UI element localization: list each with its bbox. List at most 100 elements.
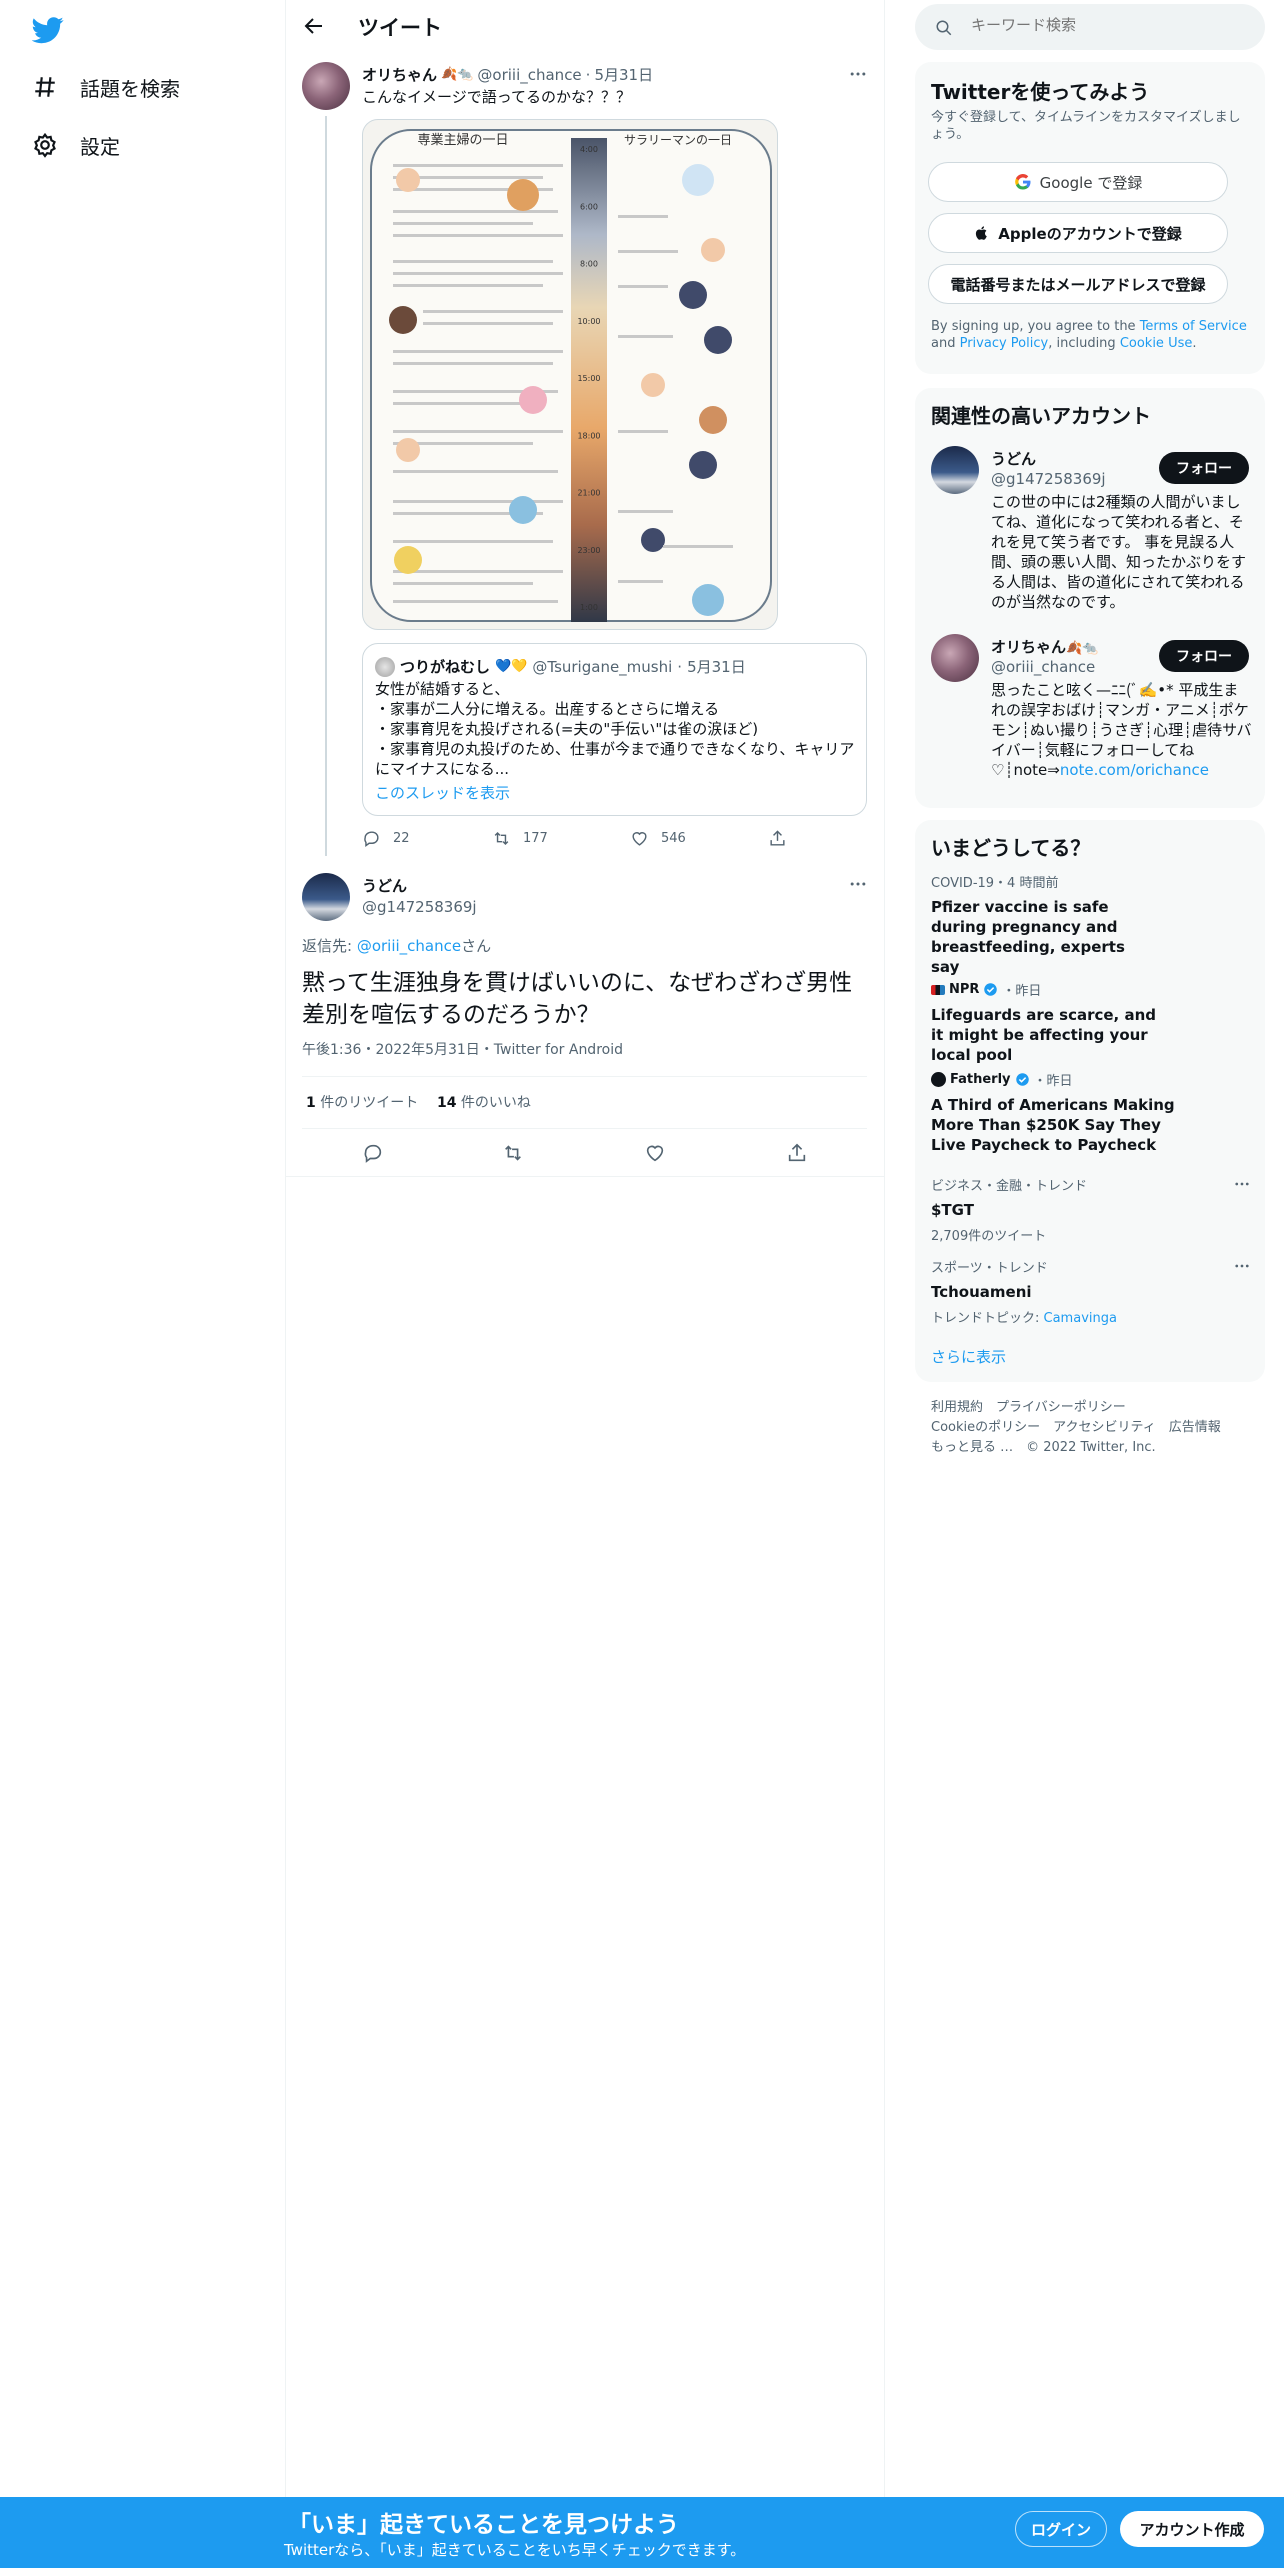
more-options-icon[interactable] bbox=[848, 64, 868, 84]
signup-button[interactable]: アカウント作成 bbox=[1120, 2511, 1264, 2547]
quoted-line: ・家事が二人分に増える。出産するとさらに増える bbox=[375, 700, 720, 718]
account-info[interactable]: うどん @g147258369j bbox=[991, 448, 1106, 488]
tweet-timestamp[interactable]: 午後1:36・2022年5月31日・Twitter for Android bbox=[302, 1040, 623, 1060]
reply-icon bbox=[364, 1144, 382, 1163]
account-bio: 思ったこと呟く—ﾆﾆ(ﾞ✍️•* 平成生まれの誤字おばけ┊マンガ・アニメ┊ポケモ… bbox=[991, 680, 1253, 780]
google-signup-button[interactable]: Google で登録 bbox=[928, 162, 1228, 202]
trend-item[interactable]: ビジネス・金融・トレンド $TGT 2,709件のツイート bbox=[931, 1175, 1251, 1244]
nav-item-explore[interactable]: 話題を検索 bbox=[32, 65, 180, 109]
trend-source: NPR bbox=[949, 982, 980, 997]
avatar[interactable] bbox=[302, 62, 350, 110]
apple-signup-button[interactable]: Appleのアカウントで登録 bbox=[928, 213, 1228, 253]
like-stat-count: 14 bbox=[437, 1095, 457, 1111]
signup-card: Twitterを使ってみよう 今すぐ登録して、タイムラインをカスタマイズしましょ… bbox=[915, 62, 1265, 374]
divider bbox=[302, 1128, 867, 1129]
nav-item-settings[interactable]: 設定 bbox=[32, 123, 120, 167]
trend-topic-link[interactable]: Camavinga bbox=[1044, 1311, 1117, 1326]
show-more-link[interactable]: さらに表示 bbox=[931, 1346, 1006, 1367]
page-title: ツイート bbox=[358, 16, 442, 40]
trend-item[interactable]: NPR ・昨日 Lifeguards are scarce, and it mi… bbox=[931, 980, 1251, 1065]
author-emoji: 🍂🐀 bbox=[441, 67, 474, 82]
trend-item[interactable]: Fatherly ・昨日 A Third of Americans Making… bbox=[931, 1070, 1251, 1155]
reply-button[interactable]: 22 bbox=[362, 829, 410, 848]
privacy-policy-link[interactable]: Privacy Policy bbox=[960, 336, 1049, 351]
bottom-bar-subtitle: Twitterなら、「いま」起きていることをいち早くチェックできます。 bbox=[284, 2541, 746, 2559]
time-label: 18:00 bbox=[577, 431, 600, 440]
author-handle[interactable]: @g147258369j bbox=[362, 898, 477, 916]
tweet-date[interactable]: 5月31日 bbox=[594, 64, 653, 85]
cookie-use-link[interactable]: Cookie Use bbox=[1120, 336, 1193, 351]
main-tweet-text: 黙って生涯独身を貫けばいいのに、なぜわざわざ男性差別を喧伝するのだろうか？ bbox=[302, 970, 853, 1028]
image-left-title: 専業主婦の一日 bbox=[417, 132, 508, 148]
trend-item[interactable]: COVID-19・4 時間前 Pfizer vaccine is safe du… bbox=[931, 872, 1251, 977]
reply-button[interactable] bbox=[362, 1142, 384, 1164]
separator-dot: · bbox=[677, 657, 683, 676]
author-handle[interactable]: @oriii_chance bbox=[477, 66, 581, 84]
apple-signup-label: Appleのアカウントで登録 bbox=[998, 224, 1182, 243]
search-bar[interactable] bbox=[915, 4, 1265, 50]
account-info[interactable]: オリちゃん🍂🐀 @oriii_chance bbox=[991, 636, 1098, 676]
share-button[interactable] bbox=[786, 1142, 808, 1164]
heart-icon bbox=[646, 1145, 664, 1162]
terms-end: . bbox=[1192, 336, 1197, 351]
avatar[interactable] bbox=[931, 446, 979, 494]
relevant-accounts-title: 関連性の高いアカウント bbox=[931, 404, 1151, 428]
phone-email-signup-button[interactable]: 電話番号またはメールアドレスで登録 bbox=[928, 264, 1228, 304]
avatar bbox=[375, 656, 395, 677]
trend-title: Pfizer vaccine is safe during pregnancy … bbox=[931, 898, 1125, 976]
trend-title: A Third of Americans Making More Than $2… bbox=[931, 1096, 1175, 1154]
time-label: 4:00 bbox=[580, 145, 598, 154]
back-arrow-icon[interactable] bbox=[302, 14, 326, 38]
more-options-icon[interactable] bbox=[1233, 1175, 1251, 1193]
share-button[interactable] bbox=[768, 829, 787, 848]
quoted-tweet-date: 5月31日 bbox=[687, 658, 746, 676]
author-name[interactable]: オリちゃん bbox=[362, 64, 437, 85]
reply-icon bbox=[364, 831, 379, 848]
nav-item-explore-label: 話題を検索 bbox=[80, 76, 180, 101]
search-input[interactable] bbox=[971, 16, 1241, 34]
retweet-button[interactable]: 177 bbox=[492, 829, 548, 848]
heart-icon bbox=[632, 832, 647, 846]
account-name: オリちゃん bbox=[991, 638, 1067, 656]
show-thread-link[interactable]: このスレッドを表示 bbox=[375, 782, 510, 803]
share-icon bbox=[788, 1143, 806, 1162]
quoted-line: ・家事育児を丸投げされる(=夫の"手伝い"は雀の涙ほど) bbox=[375, 720, 759, 738]
footer-line[interactable]: もっと見る … © 2022 Twitter, Inc. bbox=[931, 1438, 1251, 1458]
footer-line[interactable]: Cookieのポリシー アクセシビリティ 広告情報 bbox=[931, 1418, 1251, 1438]
like-stat[interactable]: 14 件のいいね bbox=[437, 1093, 531, 1113]
time-label: 21:00 bbox=[577, 489, 600, 498]
retweet-count: 177 bbox=[523, 831, 548, 846]
trends-card: いまどうしてる？ COVID-19・4 時間前 Pfizer vaccine i… bbox=[915, 820, 1265, 1382]
bottom-bar-title: 「いま」起きていることを見つけよう bbox=[288, 2512, 679, 2538]
account-bio-link[interactable]: note.com/orichance bbox=[1060, 761, 1209, 779]
daily-schedule-illustration: 専業主婦の一日 サラリーマンの一日 4:00 6:00 8:00 10:00 15:00… bbox=[370, 129, 772, 622]
footer-line[interactable]: 利用規約 プライバシーポリシー bbox=[931, 1398, 1251, 1418]
avatar[interactable] bbox=[931, 634, 979, 682]
trend-meta-row: Fatherly ・昨日 bbox=[931, 1070, 1251, 1089]
twitter-logo-icon[interactable] bbox=[32, 14, 64, 46]
signup-card-title: Twitterを使ってみよう bbox=[931, 80, 1150, 104]
terms-of-service-link[interactable]: Terms of Service bbox=[1140, 319, 1247, 334]
reply-to-handle-link[interactable]: @oriii_chance bbox=[357, 937, 461, 955]
avatar[interactable] bbox=[302, 873, 350, 921]
more-options-icon[interactable] bbox=[1233, 1257, 1251, 1275]
thread-connector-line bbox=[325, 116, 327, 856]
trend-item[interactable]: スポーツ・トレンド Tchouameni トレンドトピック: Camavinga bbox=[931, 1257, 1251, 1326]
nav-item-settings-label: 設定 bbox=[80, 134, 120, 159]
follow-button[interactable]: フォロー bbox=[1159, 452, 1249, 484]
tweet-image[interactable]: 専業主婦の一日 サラリーマンの一日 4:00 6:00 8:00 10:00 15:00… bbox=[362, 119, 778, 630]
quoted-tweet-card[interactable]: つりがねむし 💙💛 @Tsurigane_mushi · 5月31日 女性が結婚… bbox=[362, 643, 867, 816]
quoted-tweet-header: つりがねむし 💙💛 @Tsurigane_mushi · 5月31日 bbox=[375, 656, 746, 677]
like-button[interactable] bbox=[644, 1142, 666, 1164]
divider bbox=[286, 1176, 885, 1177]
retweet-stat[interactable]: 1 件のリツイート bbox=[306, 1093, 418, 1113]
author-name[interactable]: うどん bbox=[362, 875, 407, 896]
follow-button[interactable]: フォロー bbox=[1159, 640, 1249, 672]
like-button[interactable]: 546 bbox=[630, 829, 686, 848]
time-label: 10:00 bbox=[577, 317, 600, 326]
login-button[interactable]: ログイン bbox=[1015, 2511, 1107, 2547]
trends-title: いまどうしてる？ bbox=[931, 836, 1091, 860]
more-options-icon[interactable] bbox=[848, 874, 868, 894]
trend-title: $TGT bbox=[931, 1201, 974, 1219]
retweet-button[interactable] bbox=[502, 1142, 524, 1164]
